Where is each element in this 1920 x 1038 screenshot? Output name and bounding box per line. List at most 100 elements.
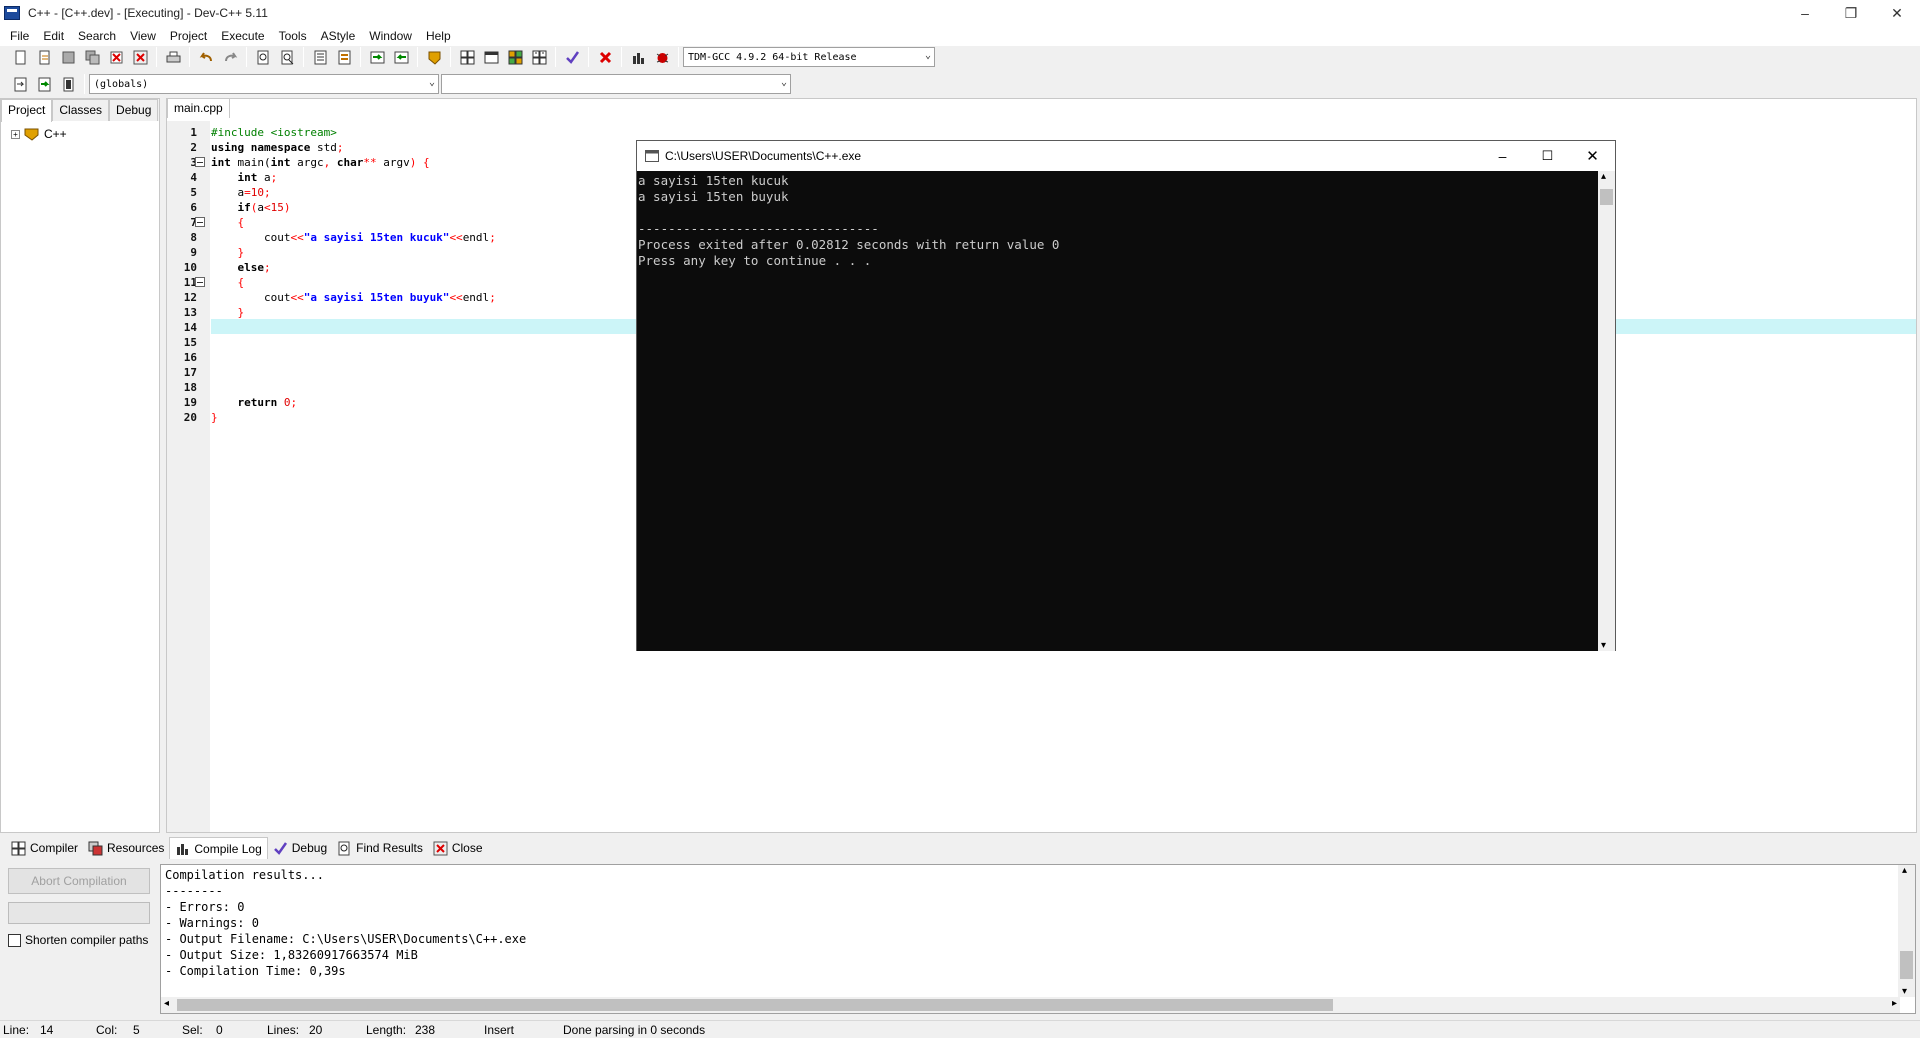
menu-tools[interactable]: Tools <box>272 29 314 43</box>
scroll-right-icon[interactable]: ▸ <box>1892 998 1897 1009</box>
menu-help[interactable]: Help <box>419 29 458 43</box>
run-button[interactable] <box>480 46 502 68</box>
menu-window[interactable]: Window <box>362 29 419 43</box>
fold-toggle-icon[interactable] <box>195 157 205 167</box>
compiler-select[interactable]: TDM-GCC 4.9.2 64-bit Release ⌄ <box>683 47 935 67</box>
rebuild-all-button[interactable] <box>528 46 550 68</box>
undo-button[interactable] <box>195 46 217 68</box>
tab-close-label: Close <box>451 841 483 855</box>
open-file-button[interactable] <box>33 46 55 68</box>
code-line[interactable]: else; <box>211 260 271 275</box>
project-tree-root[interactable]: + C++ <box>11 127 67 141</box>
save-all-button[interactable] <box>81 46 103 68</box>
menu-edit[interactable]: Edit <box>36 29 71 43</box>
menu-file[interactable]: File <box>3 29 36 43</box>
menu-view[interactable]: View <box>123 29 163 43</box>
code-line[interactable]: int main(int argc, char** argv) { <box>211 155 430 170</box>
code-line[interactable]: { <box>211 275 245 290</box>
code-line[interactable]: a=10; <box>211 185 270 200</box>
tab-resources[interactable]: Resources <box>83 837 169 859</box>
scope-select[interactable]: (globals) ⌄ <box>89 74 439 94</box>
goto-bookmark-button[interactable] <box>390 46 412 68</box>
tab-find-results[interactable]: Find Results <box>332 837 428 859</box>
find-button[interactable] <box>252 46 274 68</box>
menu-astyle[interactable]: AStyle <box>314 29 363 43</box>
code-line[interactable]: if(a<15) <box>211 200 291 215</box>
code-line[interactable]: } <box>211 410 218 425</box>
profile-analysis-button[interactable] <box>627 46 649 68</box>
scroll-down-icon[interactable]: ▾ <box>1902 986 1907 997</box>
tab-project[interactable]: Project <box>1 99 53 122</box>
tab-debug[interactable]: Debug <box>109 99 159 121</box>
unindent-button[interactable] <box>333 46 355 68</box>
console-output: a sayisi 15ten kucuk a sayisi 15ten buyu… <box>637 171 1599 651</box>
code-token: } <box>211 411 218 424</box>
compile-log-output[interactable]: Compilation results... -------- - Errors… <box>160 864 1916 1014</box>
console-scrollbar[interactable]: ▴ ▾ <box>1598 171 1615 651</box>
scroll-left-icon[interactable]: ◂ <box>164 998 169 1009</box>
stop-execution-button[interactable] <box>594 46 616 68</box>
syntax-check-button[interactable] <box>561 46 583 68</box>
compile-run-button[interactable] <box>504 46 526 68</box>
tab-compiler[interactable]: Compiler <box>6 837 83 859</box>
log-scroll-thumb[interactable] <box>1900 951 1913 979</box>
fold-toggle-icon[interactable] <box>195 217 205 227</box>
fold-toggle-icon[interactable] <box>195 277 205 287</box>
log-vertical-scrollbar[interactable]: ▴ ▾ <box>1898 865 1915 997</box>
insert-button[interactable] <box>9 73 31 95</box>
console-scroll-thumb[interactable] <box>1600 189 1613 205</box>
project-options-button[interactable] <box>423 46 445 68</box>
abort-compilation-button[interactable]: Abort Compilation <box>8 868 150 894</box>
replace-button[interactable] <box>276 46 298 68</box>
code-line[interactable]: #include <iostream> <box>211 125 337 140</box>
debug-button[interactable] <box>651 46 673 68</box>
code-token: char <box>336 156 364 169</box>
shorten-paths-label: Shorten compiler paths <box>25 933 149 947</box>
scroll-down-icon[interactable]: ▾ <box>1601 640 1606 651</box>
tab-main-cpp[interactable]: main.cpp <box>167 98 230 118</box>
scroll-up-icon[interactable]: ▴ <box>1601 171 1606 182</box>
console-window[interactable]: C:\Users\USER\Documents\C++.exe – ☐ ✕ a … <box>636 140 1616 651</box>
print-button[interactable] <box>162 46 184 68</box>
compile-button[interactable] <box>456 46 478 68</box>
menu-project[interactable]: Project <box>163 29 214 43</box>
log-hscroll-thumb[interactable] <box>177 999 1333 1011</box>
expand-icon[interactable]: + <box>11 129 20 139</box>
code-line[interactable]: } <box>211 305 245 320</box>
new-file-button[interactable] <box>9 46 31 68</box>
tab-compile-log[interactable]: Compile Log <box>169 837 268 859</box>
code-line[interactable]: cout<<"a sayisi 15ten buyuk"<<endl; <box>211 290 496 305</box>
shorten-paths-option[interactable]: Shorten compiler paths <box>8 933 148 947</box>
close-icon[interactable]: ✕ <box>1874 0 1920 26</box>
redo-button[interactable] <box>219 46 241 68</box>
code-line[interactable]: using namespace std; <box>211 140 343 155</box>
member-select[interactable]: ⌄ <box>441 74 791 94</box>
save-button[interactable] <box>57 46 79 68</box>
shorten-paths-checkbox[interactable] <box>8 933 21 947</box>
class-browser-button[interactable] <box>57 73 79 95</box>
log-horizontal-scrollbar[interactable]: ◂ ▸ <box>161 997 1900 1013</box>
code-line[interactable]: { <box>211 215 245 230</box>
tab-classes[interactable]: Classes <box>52 99 110 121</box>
code-line[interactable]: return 0; <box>211 395 298 410</box>
menu-search[interactable]: Search <box>71 29 123 43</box>
code-line[interactable]: } <box>211 245 245 260</box>
line-number: 8 <box>190 231 197 244</box>
code-line[interactable]: int a; <box>211 170 278 185</box>
close-all-button[interactable] <box>129 46 151 68</box>
minimize-icon[interactable]: – <box>1782 0 1828 26</box>
toggle-bookmark-button[interactable] <box>33 73 55 95</box>
goto-line-button[interactable] <box>366 46 388 68</box>
tab-close[interactable]: Close <box>428 837 488 859</box>
menu-execute[interactable]: Execute <box>214 29 271 43</box>
minimize-icon[interactable]: – <box>1480 141 1525 171</box>
restore-icon[interactable]: ❐ <box>1828 0 1874 26</box>
code-line[interactable]: cout<<"a sayisi 15ten kucuk"<<endl; <box>211 230 496 245</box>
tab-debug-bottom[interactable]: Debug <box>268 837 332 859</box>
close-icon[interactable]: ✕ <box>1570 141 1615 171</box>
scroll-up-icon[interactable]: ▴ <box>1902 865 1907 876</box>
indent-button[interactable] <box>309 46 331 68</box>
maximize-icon[interactable]: ☐ <box>1525 141 1570 171</box>
close-file-button[interactable] <box>105 46 127 68</box>
